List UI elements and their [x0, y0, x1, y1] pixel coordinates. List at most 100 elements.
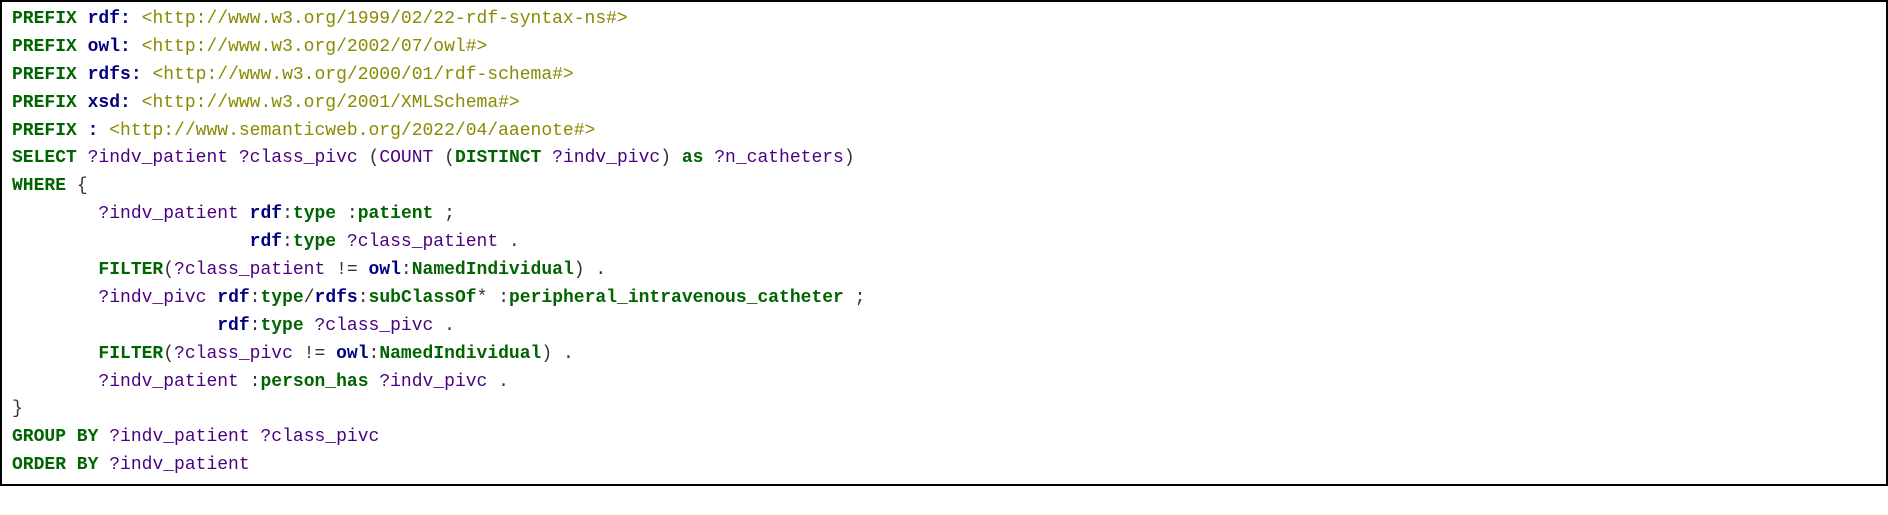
code-line: FILTER(?class_pivc != owl:NamedIndividua…: [12, 341, 1876, 369]
code-token: ?indv_patient: [98, 372, 238, 392]
code-token: {: [66, 176, 88, 196]
sparql-code-block: PREFIX rdf: <http://www.w3.org/1999/02/2…: [0, 0, 1888, 486]
code-token: [12, 260, 98, 280]
code-token: [336, 204, 347, 224]
code-token: <http://www.semanticweb.org/2022/04/aaen…: [109, 121, 595, 141]
code-token: rdf: [250, 232, 282, 252]
code-token: ) .: [541, 344, 573, 364]
code-token: NamedIndividual: [379, 344, 541, 364]
code-token: :: [88, 121, 99, 141]
code-token: [77, 37, 88, 57]
code-token: NamedIndividual: [412, 260, 574, 280]
code-token: [336, 232, 347, 252]
code-token: PREFIX: [12, 121, 77, 141]
code-token: !=: [293, 344, 336, 364]
code-token: ?indv_pivc: [379, 372, 487, 392]
code-token: ?indv_patient: [109, 455, 249, 475]
code-line: rdf:type ?class_patient .: [12, 229, 1876, 257]
code-token: rdf:: [88, 9, 131, 29]
code-line: PREFIX xsd: <http://www.w3.org/2001/XMLS…: [12, 90, 1876, 118]
code-token: ): [660, 148, 682, 168]
code-line: rdf:type ?class_pivc .: [12, 313, 1876, 341]
code-token: PREFIX: [12, 37, 77, 57]
code-line: PREFIX rdfs: <http://www.w3.org/2000/01/…: [12, 62, 1876, 90]
code-line: FILTER(?class_patient != owl:NamedIndivi…: [12, 257, 1876, 285]
code-token: [369, 372, 380, 392]
code-token: :: [282, 232, 293, 252]
code-token: :: [282, 204, 293, 224]
code-token: (: [358, 148, 380, 168]
code-token: ?indv_patient: [109, 427, 249, 447]
code-token: [77, 93, 88, 113]
code-token: [77, 121, 88, 141]
code-token: ;: [433, 204, 455, 224]
code-token: [77, 148, 88, 168]
code-token: [304, 316, 315, 336]
code-token: }: [12, 399, 23, 419]
code-token: type: [260, 316, 303, 336]
code-line: ?indv_patient rdf:type :patient ;: [12, 201, 1876, 229]
code-token: GROUP BY: [12, 427, 98, 447]
code-token: .: [433, 316, 455, 336]
code-token: WHERE: [12, 176, 66, 196]
code-token: !=: [325, 260, 368, 280]
code-token: [206, 288, 217, 308]
code-token: as: [682, 148, 704, 168]
code-token: ?class_pivc: [314, 316, 433, 336]
code-token: :: [347, 204, 358, 224]
code-token: owl: [336, 344, 368, 364]
code-token: *: [477, 288, 499, 308]
code-token: PREFIX: [12, 93, 77, 113]
code-token: [12, 372, 98, 392]
code-token: ?class_patient: [347, 232, 498, 252]
code-token: .: [498, 232, 520, 252]
code-token: ORDER BY: [12, 455, 98, 475]
code-token: :: [401, 260, 412, 280]
code-token: [12, 344, 98, 364]
code-token: type: [293, 204, 336, 224]
code-token: DISTINCT: [455, 148, 541, 168]
code-token: type: [293, 232, 336, 252]
code-token: ?class_pivc: [260, 427, 379, 447]
code-token: [98, 455, 109, 475]
code-token: rdfs:: [88, 65, 142, 85]
code-line: GROUP BY ?indv_patient ?class_pivc: [12, 424, 1876, 452]
code-token: ?indv_pivc: [552, 148, 660, 168]
code-token: [77, 9, 88, 29]
code-line: SELECT ?indv_patient ?class_pivc (COUNT …: [12, 145, 1876, 173]
code-token: subClassOf: [369, 288, 477, 308]
code-token: owl: [369, 260, 401, 280]
code-line: PREFIX owl: <http://www.w3.org/2002/07/o…: [12, 34, 1876, 62]
code-token: [98, 121, 109, 141]
code-token: COUNT: [379, 148, 433, 168]
code-token: <http://www.w3.org/1999/02/22-rdf-syntax…: [142, 9, 628, 29]
code-token: [131, 37, 142, 57]
code-token: [541, 148, 552, 168]
code-token: ?n_catheters: [714, 148, 844, 168]
code-line: }: [12, 396, 1876, 424]
code-line: ?indv_patient :person_has ?indv_pivc .: [12, 369, 1876, 397]
code-line: PREFIX rdf: <http://www.w3.org/1999/02/2…: [12, 6, 1876, 34]
code-token: <http://www.w3.org/2002/07/owl#>: [142, 37, 488, 57]
code-token: PREFIX: [12, 9, 77, 29]
code-token: /: [304, 288, 315, 308]
code-token: rdf: [217, 316, 249, 336]
code-token: [239, 372, 250, 392]
code-token: ?indv_patient: [88, 148, 228, 168]
code-token: [12, 204, 98, 224]
code-token: [250, 427, 261, 447]
code-token: :: [250, 316, 261, 336]
code-token: [239, 204, 250, 224]
code-token: SELECT: [12, 148, 77, 168]
code-token: owl:: [88, 37, 131, 57]
code-token: :: [250, 372, 261, 392]
code-token: [142, 65, 153, 85]
code-token: (: [433, 148, 455, 168]
code-token: FILTER: [98, 260, 163, 280]
code-token: ): [844, 148, 855, 168]
code-token: ?class_pivc: [174, 344, 293, 364]
code-token: rdfs: [315, 288, 358, 308]
code-token: FILTER: [98, 344, 163, 364]
code-token: [12, 288, 98, 308]
code-token: PREFIX: [12, 65, 77, 85]
